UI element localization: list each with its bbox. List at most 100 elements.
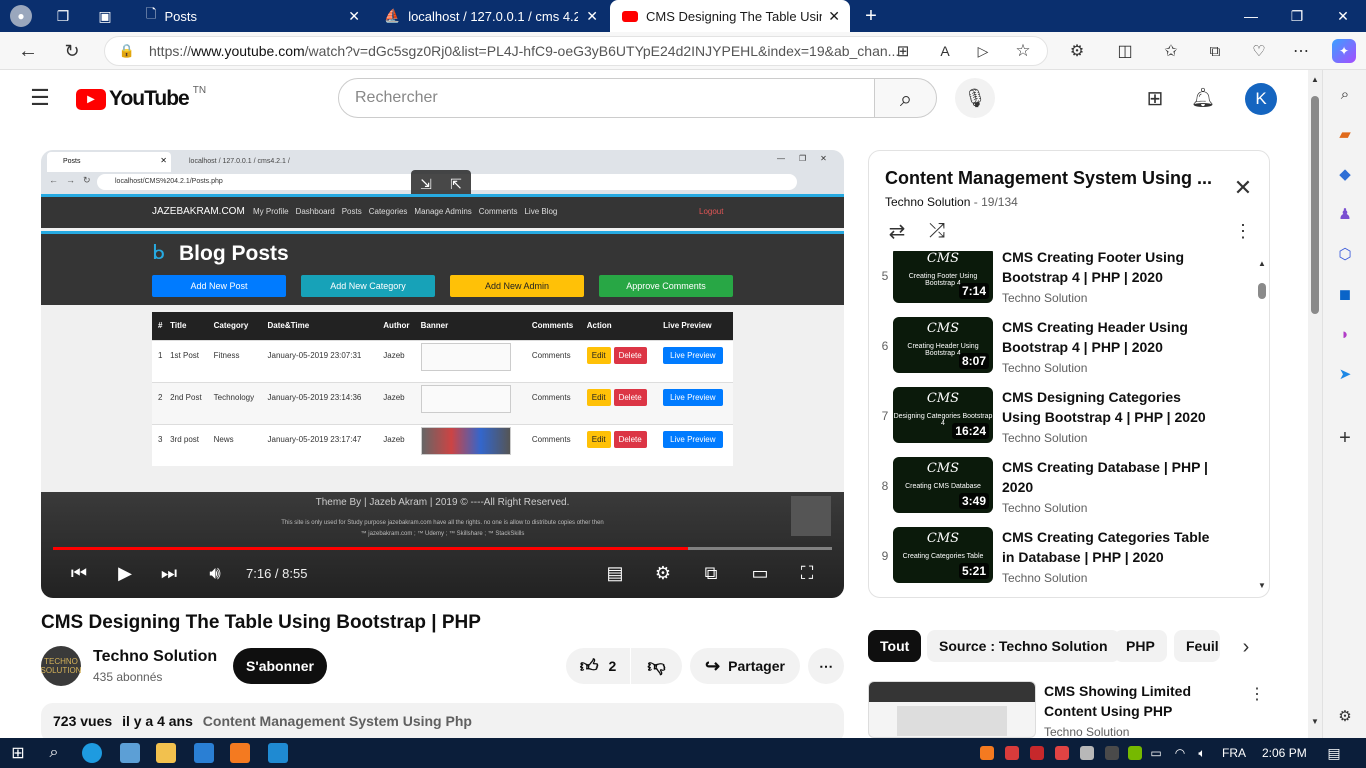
speaker-icon[interactable]: 🔈︎	[1194, 743, 1210, 763]
chips-next-icon[interactable]: ›	[1236, 636, 1256, 658]
playlist-item-title[interactable]: CMS Creating Footer Using Bootstrap 4 | …	[1002, 251, 1222, 287]
close-playlist-icon[interactable]: ✕	[1231, 175, 1255, 200]
profile-icon[interactable]: ●	[10, 5, 32, 27]
related-channel[interactable]: Techno Solution	[1044, 725, 1129, 738]
mic-icon[interactable]: 🎙	[955, 78, 995, 118]
settings-icon[interactable]: ⚙	[1333, 704, 1357, 728]
playlist-item-title[interactable]: CMS Creating Database | PHP | 2020	[1002, 457, 1222, 497]
video-player[interactable]: Posts ✕ localhost / 127.0.0.1 / cms4.2.1…	[41, 150, 844, 598]
tray-app-icon[interactable]	[1080, 746, 1094, 760]
battery-icon[interactable]: ▭	[1148, 743, 1164, 763]
playlist-item-channel[interactable]: Techno Solution	[1002, 501, 1087, 515]
new-tab-icon[interactable]: +	[860, 5, 882, 27]
playlist-item-thumbnail[interactable]: CMS Creating CMS Database 3:49	[893, 457, 993, 513]
playlist-item-thumbnail[interactable]: CMS Creating Header Using Bootstrap 4 8:07	[893, 317, 993, 373]
tray-app-icon[interactable]	[1105, 746, 1119, 760]
progress-track[interactable]	[53, 547, 832, 550]
vscode-taskbar-icon[interactable]	[268, 743, 288, 763]
share-button[interactable]: ↪ Partager	[690, 648, 800, 684]
outlook-icon[interactable]: ◼	[1333, 282, 1357, 306]
play-icon[interactable]: ▶	[113, 560, 137, 586]
playlist-link[interactable]: Content Management System Using Php	[203, 713, 472, 729]
edge-taskbar-icon[interactable]	[82, 743, 102, 763]
refresh-icon[interactable]: ↻	[60, 39, 84, 63]
xampp-taskbar-icon[interactable]	[230, 743, 250, 763]
notification-center-icon[interactable]: ▤	[1324, 743, 1344, 763]
office-icon[interactable]: ⬡	[1333, 242, 1357, 266]
copilot-app-icon[interactable]: ◗	[1333, 322, 1357, 346]
next-icon[interactable]: ⏭	[157, 560, 181, 586]
scrollbar-thumb[interactable]	[1311, 96, 1319, 314]
subscribe-button[interactable]: S'abonner	[233, 648, 327, 684]
add-sidebar-icon[interactable]: +	[1333, 426, 1357, 450]
playlist-item-channel[interactable]: Techno Solution	[1002, 361, 1087, 375]
youtube-logo[interactable]: ▶ YouTube TN	[76, 85, 206, 111]
playlist-menu-icon[interactable]: ⋮	[1231, 219, 1255, 243]
playlist-item[interactable]: 6 CMS Creating Header Using Bootstrap 4 8:0…	[869, 317, 1259, 387]
close-tab-icon[interactable]: ✕	[348, 8, 360, 25]
playlist-item[interactable]: 7 CMS Designing Categories Bootstrap 4 16:2…	[869, 387, 1259, 457]
playlist-item-title[interactable]: CMS Creating Categories Table in Databas…	[1002, 527, 1222, 567]
read-aloud-icon[interactable]: A	[934, 41, 956, 61]
minimize-player-icon[interactable]: ⇲	[420, 176, 432, 193]
playlist-item[interactable]: 9 CMS Creating Categories Table 5:21 CMS Cre…	[869, 527, 1259, 597]
description-box[interactable]: 723 vues il y a 4 ans Content Management…	[41, 703, 844, 743]
wifi-icon[interactable]: ◠	[1172, 743, 1188, 763]
mail-taskbar-icon[interactable]	[194, 743, 214, 763]
close-window-icon[interactable]: ✕	[1320, 0, 1366, 32]
more-menu-icon[interactable]: ⋯	[1290, 41, 1312, 61]
copilot-icon[interactable]: ✦	[1332, 39, 1356, 63]
language-indicator[interactable]: FRA	[1222, 746, 1246, 760]
favorite-star-icon[interactable]: ☆	[1012, 41, 1034, 61]
dislike-button[interactable]: 👎︎	[631, 648, 682, 684]
tag-icon[interactable]: ◆	[1333, 162, 1357, 186]
volume-icon[interactable]: 🔊︎	[203, 560, 227, 586]
performance-icon[interactable]: ♡	[1248, 41, 1270, 61]
playlist-item[interactable]: 8 CMS Creating CMS Database 3:49 CMS Creatin…	[869, 457, 1259, 527]
playlist-item-channel[interactable]: Techno Solution	[1002, 431, 1087, 445]
playlist-item-title[interactable]: CMS Designing Categories Using Bootstrap…	[1002, 387, 1222, 427]
miniplayer-icon[interactable]: ⧉	[699, 560, 723, 586]
tray-nvidia-icon[interactable]	[1128, 746, 1142, 760]
media-icon[interactable]: ▷	[972, 41, 994, 61]
games-icon[interactable]: ♟	[1333, 202, 1357, 226]
scroll-up-icon[interactable]: ▲	[1308, 72, 1322, 86]
explorer-taskbar-icon[interactable]	[156, 743, 176, 763]
notifications-icon[interactable]: 🔔︎	[1190, 86, 1216, 110]
related-title[interactable]: CMS Showing Limited Content Using PHP	[1044, 681, 1244, 721]
playlist-item-channel[interactable]: Techno Solution	[1002, 291, 1087, 305]
expand-player-icon[interactable]: ⇱	[450, 176, 462, 193]
related-menu-icon[interactable]: ⋮	[1248, 684, 1266, 704]
fullscreen-icon[interactable]: ⛶	[795, 560, 819, 586]
playlist-item-title[interactable]: CMS Creating Header Using Bootstrap 4 | …	[1002, 317, 1222, 357]
playlist-scroll-up-icon[interactable]: ▲	[1257, 257, 1267, 269]
shuffle-icon[interactable]: ⤮	[925, 219, 949, 243]
close-tab-icon[interactable]: ✕	[586, 8, 598, 25]
chip-feuil[interactable]: Feuil	[1174, 630, 1220, 662]
subtitles-icon[interactable]: ▤	[603, 560, 627, 586]
taskbar-search-icon[interactable]: ⌕	[44, 743, 64, 763]
playlist-item-thumbnail[interactable]: CMS Designing Categories Bootstrap 4 16:24	[893, 387, 993, 443]
chip-source[interactable]: Source : Techno Solution	[927, 630, 1120, 662]
playlist-item-channel[interactable]: Techno Solution	[1002, 571, 1087, 585]
chip-all[interactable]: Tout	[868, 630, 922, 662]
apps-icon[interactable]: ⊞	[892, 41, 914, 61]
workspaces-icon[interactable]: ❐	[52, 5, 74, 27]
send-icon[interactable]: ➤	[1333, 362, 1357, 386]
tab-phpmyadmin[interactable]: ⛵ localhost / 127.0.0.1 / cms 4.2.1 / ✕	[372, 0, 608, 32]
clock[interactable]: 2:06 PM	[1262, 746, 1307, 760]
previous-icon[interactable]: ⏮	[67, 560, 91, 586]
tab-youtube[interactable]: CMS Designing The Table Using B ✕	[610, 0, 850, 32]
tray-app-icon[interactable]	[1005, 746, 1019, 760]
search-input[interactable]: Rechercher	[338, 78, 875, 118]
chip-php[interactable]: PHP	[1114, 630, 1167, 662]
hamburger-menu-icon[interactable]: ☰	[28, 85, 52, 110]
minimize-icon[interactable]: —	[1228, 0, 1274, 32]
search-button[interactable]: ⌕	[874, 78, 937, 118]
page-scrollbar[interactable]: ▲ ▼	[1308, 70, 1322, 738]
scroll-down-icon[interactable]: ▼	[1308, 714, 1322, 728]
channel-name[interactable]: Techno Solution	[93, 648, 217, 666]
close-tab-icon[interactable]: ✕	[828, 8, 840, 25]
tab-actions-icon[interactable]: ▣	[94, 5, 116, 27]
shopping-icon[interactable]: ▰	[1333, 122, 1357, 146]
